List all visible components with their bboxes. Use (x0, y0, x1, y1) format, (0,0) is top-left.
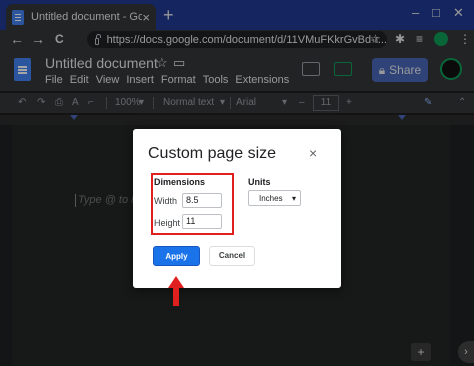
custom-page-size-dialog: Custom page size × Dimensions Width 8.5 … (133, 129, 341, 288)
close-icon[interactable]: × (309, 145, 317, 161)
dimensions-label: Dimensions (154, 177, 206, 187)
units-select[interactable]: Inches ▾ (248, 190, 301, 206)
units-label: Units (248, 177, 271, 187)
width-label: Width (154, 196, 178, 206)
height-label: Height (154, 218, 181, 228)
dialog-title: Custom page size (148, 145, 277, 162)
apply-button[interactable]: Apply (153, 246, 200, 266)
width-input[interactable]: 8.5 (182, 193, 222, 208)
units-value: Inches (259, 193, 283, 203)
annotation-arrow-icon (168, 276, 184, 306)
chevron-down-icon: ▾ (291, 193, 296, 203)
height-input[interactable]: 11 (182, 214, 222, 229)
cancel-button[interactable]: Cancel (209, 246, 255, 266)
